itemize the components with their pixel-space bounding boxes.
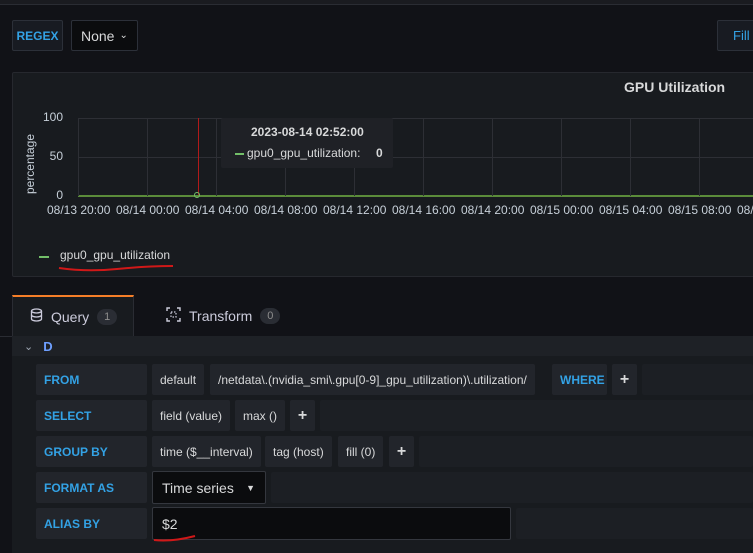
x-tick-label: 08/14 00:00 (116, 203, 180, 217)
v-gridline (699, 118, 700, 196)
x-tick-label: 08/15 00:00 (530, 203, 594, 217)
plot-area[interactable] (78, 118, 753, 198)
variable-select[interactable]: None ⌄ (71, 20, 138, 51)
select-field[interactable]: field (value) (152, 400, 231, 431)
y-tick-label: 50 (49, 149, 63, 163)
format-as-select[interactable]: Time series ▼ (152, 471, 266, 504)
from-policy[interactable]: default (152, 364, 205, 395)
top-border (0, 0, 753, 5)
add-group-by-button[interactable]: + (389, 436, 414, 467)
alias-by-keyword: ALIAS BY (36, 508, 147, 539)
tab-query-count: 1 (97, 308, 118, 325)
v-gridline (630, 118, 631, 196)
y-tick-label: 0 (56, 188, 63, 202)
regex-button[interactable]: REGEX (12, 20, 63, 51)
tooltip-series-name: gpu0_gpu_utilization: (247, 146, 361, 160)
v-gridline (423, 118, 424, 196)
panel-title: GPU Utilization (624, 79, 726, 95)
alias-by-input[interactable]: $2 (152, 507, 511, 540)
tab-transform-label: Transform (189, 307, 253, 324)
x-tick-label: 08/14 12:00 (323, 203, 387, 217)
x-tick-label: 08/13 20:00 (47, 203, 111, 217)
fill-button[interactable]: Fill (717, 20, 753, 51)
group-by-fill[interactable]: fill (0) (338, 436, 384, 467)
red-annotation-underline (58, 265, 174, 272)
h-gridline (78, 157, 753, 158)
hover-tooltip: 2023-08-14 02:52:00 gpu0_gpu_utilization… (221, 118, 393, 168)
from-keyword: FROM (36, 364, 147, 395)
y-tick-label: 100 (42, 110, 63, 124)
select-aggregation[interactable]: max () (235, 400, 285, 431)
legend-swatch (39, 256, 49, 258)
x-tick-label: 08/14 04:00 (185, 203, 249, 217)
x-tick-label: 08/15 04:00 (599, 203, 663, 217)
tooltip-time: 2023-08-14 02:52:00 (251, 125, 364, 139)
select-keyword: SELECT (36, 400, 147, 431)
format-as-keyword: FORMAT AS (36, 472, 147, 503)
caret-down-icon: ▼ (246, 482, 255, 493)
variable-select-value: None (81, 27, 115, 44)
query-ref-id[interactable]: D (43, 339, 52, 354)
x-tick-label: 08/ (737, 203, 753, 217)
v-gridline (561, 118, 562, 196)
x-tick-label: 08/14 08:00 (254, 203, 318, 217)
from-measurement[interactable]: /netdata\.(nvidia_smi\.gpu[0-9]_gpu_util… (210, 364, 535, 395)
series-line-gpu0 (78, 195, 753, 197)
x-tick-label: 08/14 16:00 (392, 203, 456, 217)
editor-tabs: Query 1 Transform 0 (0, 293, 753, 337)
tab-query[interactable]: Query 1 (12, 295, 134, 336)
group-by-time[interactable]: time ($__interval) (152, 436, 261, 467)
add-where-button[interactable]: + (612, 364, 637, 395)
tab-transform-count: 0 (260, 307, 281, 324)
select-row-filler (320, 400, 753, 431)
x-tick-label: 08/14 20:00 (461, 203, 525, 217)
tab-transform[interactable]: Transform 0 (166, 295, 296, 336)
chevron-down-icon: ⌄ (119, 30, 128, 41)
x-tick-label: 08/15 08:00 (668, 203, 732, 217)
from-row-filler (642, 364, 753, 395)
alias-row-filler (516, 508, 753, 539)
hover-cursor-line (198, 118, 199, 196)
tooltip-series-swatch (235, 153, 244, 155)
group-by-keyword: GROUP BY (36, 436, 147, 467)
tooltip-series-value: 0 (376, 146, 383, 160)
database-icon (30, 308, 43, 325)
v-gridline (492, 118, 493, 196)
chevron-down-icon[interactable]: ⌄ (24, 340, 33, 353)
v-gridline (147, 118, 148, 196)
group-by-tag[interactable]: tag (host) (265, 436, 332, 467)
v-gridline (78, 118, 79, 196)
tab-query-label: Query (51, 308, 90, 325)
query-editor: ⌄ D FROM default /netdata\.(nvidia_smi\.… (12, 336, 753, 553)
add-select-button[interactable]: + (290, 400, 315, 431)
v-gridline (216, 118, 217, 196)
group-by-row-filler (419, 436, 753, 467)
query-row-header[interactable]: ⌄ D (12, 336, 753, 356)
where-keyword: WHERE (552, 364, 607, 395)
transform-icon (166, 306, 181, 325)
h-gridline (78, 118, 753, 119)
legend-item-gpu0[interactable]: gpu0_gpu_utilization (60, 248, 170, 262)
format-row-filler (271, 472, 753, 503)
red-annotation-underline (153, 535, 196, 542)
format-as-value: Time series (162, 479, 234, 496)
hover-point (194, 192, 200, 198)
graph-panel: GPU Utilization percentage 100 50 0 2023… (12, 72, 753, 277)
